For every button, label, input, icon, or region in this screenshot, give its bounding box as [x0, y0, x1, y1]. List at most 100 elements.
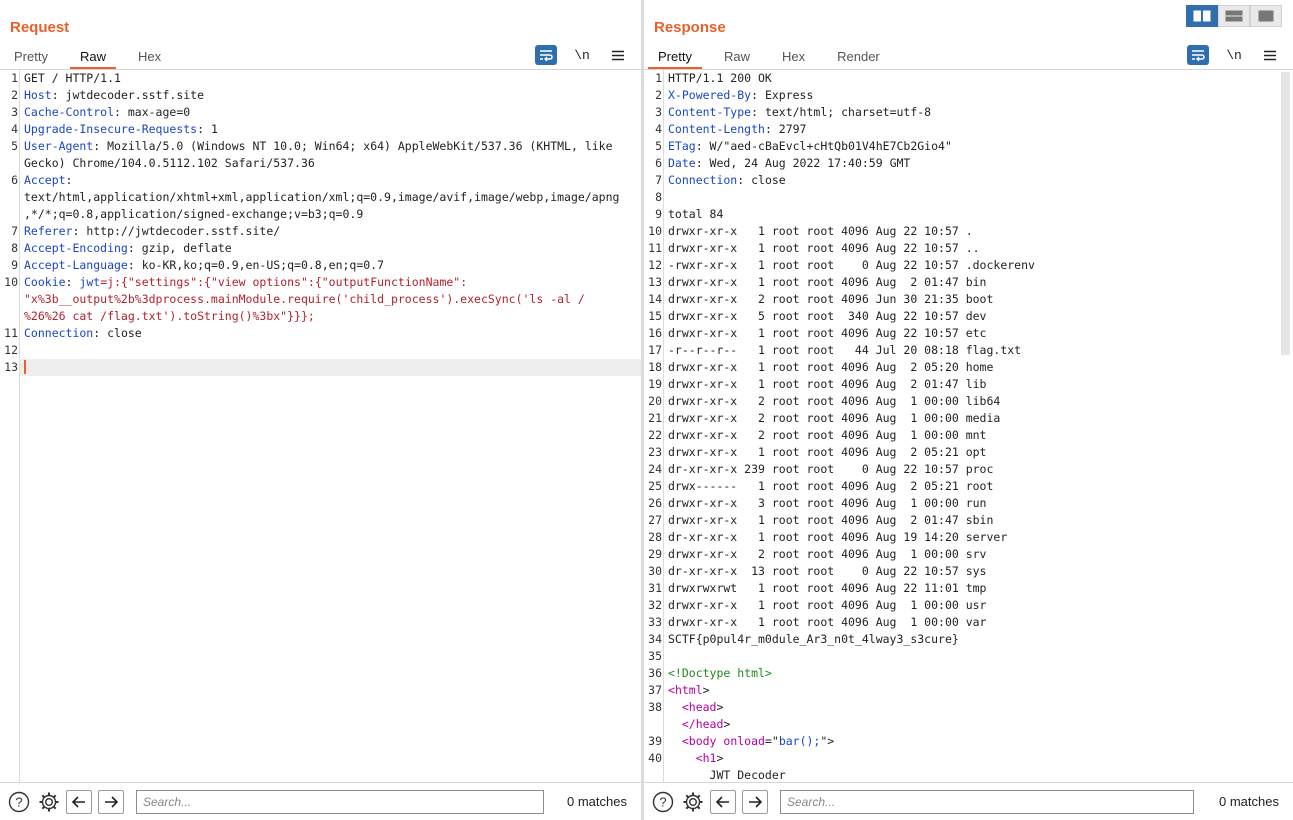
gear-icon[interactable]: [36, 789, 62, 815]
token: <: [668, 751, 703, 765]
code-line: 12: [0, 342, 641, 359]
code-line: 12 -rwxr-xr-x 1 root root 0 Aug 22 10:57 …: [644, 257, 1293, 274]
tab-raw[interactable]: Raw: [714, 44, 760, 70]
token: dr-xr-xr-x 239 root root 0 Aug 22 10:57 …: [668, 462, 994, 476]
code-line: 8 Accept-Encoding: gzip, deflate: [0, 240, 641, 257]
token: SCTF{p0pul4r_m0dule_Ar3_n0t_4lway3_s3cur…: [668, 632, 959, 646]
line-number: 40: [648, 751, 662, 765]
help-icon[interactable]: ?: [6, 789, 32, 815]
search-next-button[interactable]: [98, 789, 124, 814]
code-line: 35: [644, 648, 1293, 665]
gear-icon[interactable]: [680, 789, 706, 815]
wrap-lines-icon[interactable]: [1187, 45, 1209, 65]
token: <!Doctype html>: [668, 666, 772, 680]
wrap-lines-icon[interactable]: [535, 45, 557, 65]
token: : http://jwtdecoder.sstf.site/: [72, 224, 281, 238]
token: Connection: [668, 173, 738, 187]
code-line: 1 HTTP/1.1 200 OK: [644, 70, 1293, 87]
token: GET / HTTP/1.1: [24, 71, 121, 85]
code-line: "x%3b__output%2b%3dprocess.mainModule.re…: [0, 291, 641, 308]
line-text: dr-xr-xr-x 239 root root 0 Aug 22 10:57 …: [664, 461, 1293, 478]
tab-raw[interactable]: Raw: [69, 44, 116, 70]
token: Connection: [24, 326, 94, 340]
split-columns-icon[interactable]: [1186, 5, 1218, 27]
line-text: [664, 189, 1293, 206]
help-icon[interactable]: ?: [650, 789, 676, 815]
line-text: <body onload="bar();">: [664, 733, 1293, 750]
hamburger-menu-icon[interactable]: [607, 45, 629, 65]
token: drwxr-xr-x 2 root root 4096 Aug 1 00:00 …: [668, 547, 987, 561]
response-editor[interactable]: 1 HTTP/1.1 200 OK 2 X-Powered-By: Express 3 C…: [644, 70, 1293, 782]
line-text: Cookie: jwt=j:{"settings":{"view options…: [20, 274, 641, 291]
code-line: 32 drwxr-xr-x 1 root root 4096 Aug 1 00:0…: [644, 597, 1293, 614]
token: : Wed, 24 Aug 2022 17:40:59 GMT: [695, 156, 911, 170]
token: </: [668, 717, 696, 731]
line-number: 18: [648, 360, 662, 374]
line-text: dr-xr-xr-x 13 root root 0 Aug 22 10:57 s…: [664, 563, 1293, 580]
vertical-scrollbar[interactable]: [1281, 72, 1290, 355]
token: =": [764, 734, 779, 748]
line-number: 7: [11, 224, 18, 238]
search-input[interactable]: Search...: [780, 789, 1194, 814]
line-text: <head>: [664, 699, 1293, 716]
line-number: 27: [648, 513, 662, 527]
code-line: 9 Accept-Language: ko-KR,ko;q=0.9,en-US;q…: [0, 257, 641, 274]
line-number: [0, 291, 20, 308]
split-rows-icon[interactable]: [1218, 5, 1250, 27]
token: : max-age=0: [114, 105, 191, 119]
search-next-button[interactable]: [742, 789, 768, 814]
line-text: [20, 359, 641, 376]
line-text: drwxr-xr-x 1 root root 4096 Aug 2 05:21 …: [664, 444, 1293, 461]
single-pane-icon[interactable]: [1250, 5, 1282, 27]
code-line: JWT Decoder: [644, 767, 1293, 782]
line-text: drwxr-xr-x 1 root root 4096 Aug 2 05:20 …: [664, 359, 1293, 376]
token: Accept-Language: [24, 258, 128, 272]
newline-toggle-button[interactable]: \n: [1223, 45, 1245, 65]
line-text: drwxr-xr-x 5 root root 340 Aug 22 10:57 …: [664, 308, 1293, 325]
token: drwxr-xr-x 1 root root 4096 Aug 2 05:20 …: [668, 360, 994, 374]
token: dr-xr-xr-x 1 root root 4096 Aug 19 14:20…: [668, 530, 1008, 544]
line-number: 31: [648, 581, 662, 595]
line-text: ,*/*;q=0.8,application/signed-exchange;v…: [20, 206, 641, 223]
line-text: drwxr-xr-x 1 root root 4096 Aug 2 01:47 …: [664, 274, 1293, 291]
line-number: 12: [4, 343, 18, 357]
line-number: 11: [4, 326, 18, 340]
response-lines: 1 HTTP/1.1 200 OK 2 X-Powered-By: Express 3 C…: [644, 70, 1293, 782]
token: drwxr-xr-x 1 root root 4096 Aug 22 10:57…: [668, 224, 973, 238]
code-line: 3 Cache-Control: max-age=0: [0, 104, 641, 121]
search-input[interactable]: Search...: [136, 789, 544, 814]
tab-pretty[interactable]: Pretty: [648, 44, 702, 70]
newline-toggle-button[interactable]: \n: [571, 45, 593, 65]
token: ETag: [668, 139, 696, 153]
token: Cache-Control: [24, 105, 115, 119]
response-footer: ? Search... 0 matches: [644, 782, 1293, 820]
line-text: HTTP/1.1 200 OK: [664, 70, 1293, 87]
line-text: Date: Wed, 24 Aug 2022 17:40:59 GMT: [664, 155, 1293, 172]
token: : close: [93, 326, 142, 340]
line-text: <h1>: [664, 750, 1293, 767]
line-text: drwxr-xr-x 2 root root 4096 Jun 30 21:35…: [664, 291, 1293, 308]
search-previous-button[interactable]: [66, 789, 92, 814]
line-text: drwxrwxrwt 1 root root 4096 Aug 22 11:01…: [664, 580, 1293, 597]
search-previous-button[interactable]: [710, 789, 736, 814]
tab-pretty[interactable]: Pretty: [4, 44, 58, 70]
token: drwxr-xr-x 1 root root 4096 Aug 22 10:57…: [668, 326, 987, 340]
tab-hex[interactable]: Hex: [128, 44, 171, 70]
line-number: 1: [11, 71, 18, 85]
hamburger-menu-icon[interactable]: [1259, 45, 1281, 65]
token: HTTP/1.1 200 OK: [668, 71, 772, 85]
token: drwxr-xr-x 1 root root 4096 Aug 22 10:57…: [668, 241, 980, 255]
token: X-Powered-By: [668, 88, 752, 102]
line-number: 32: [648, 598, 662, 612]
tab-hex[interactable]: Hex: [772, 44, 815, 70]
code-line: 11 Connection: close: [0, 325, 641, 342]
line-text: drwxr-xr-x 1 root root 4096 Aug 2 01:47 …: [664, 376, 1293, 393]
line-number: [0, 308, 20, 325]
code-line: 7 Connection: close: [644, 172, 1293, 189]
request-editor[interactable]: 1 GET / HTTP/1.1 2 Host: jwtdecoder.sstf.si…: [0, 70, 641, 782]
token: drwxr-xr-x 5 root root 340 Aug 22 10:57 …: [668, 309, 987, 323]
token: Referer: [24, 224, 73, 238]
tab-render[interactable]: Render: [827, 44, 890, 70]
line-number: 6: [655, 156, 662, 170]
token: -rwxr-xr-x 1 root root 0 Aug 22 10:57 .d…: [668, 258, 1035, 272]
